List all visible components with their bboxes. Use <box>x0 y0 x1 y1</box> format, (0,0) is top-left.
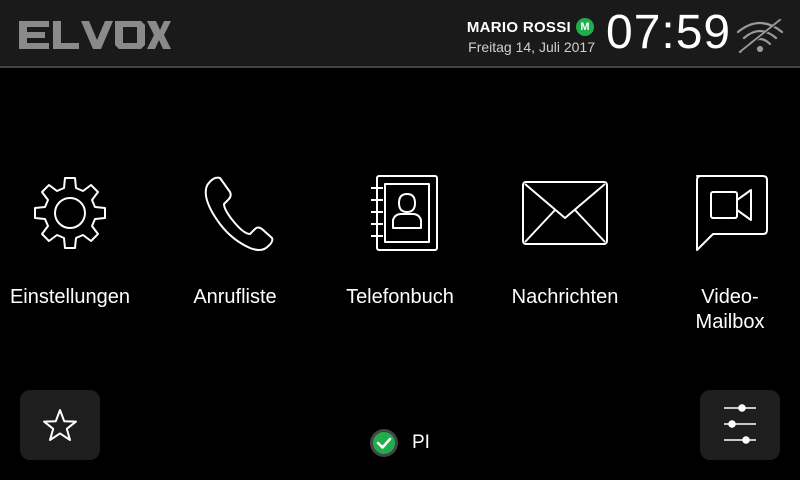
star-icon <box>43 409 77 441</box>
address-book-icon <box>371 175 438 251</box>
app-label: Telefonbuch <box>346 286 454 308</box>
app-settings[interactable]: Einstellungen <box>0 172 145 342</box>
video-message-icon <box>696 175 768 251</box>
status-label: PI <box>412 432 430 453</box>
user-name: MARIO ROSSI <box>466 19 571 36</box>
app-label: Einstellungen <box>9 286 131 308</box>
phone-icon <box>204 176 274 251</box>
app-label-line2: Mailbox <box>695 311 765 333</box>
app-label: Video- Mailbox <box>655 285 800 335</box>
app-label: Nachrichten <box>511 286 619 308</box>
app-label: Anrufliste <box>193 286 277 308</box>
clock: 07:59 <box>606 6 732 59</box>
wifi-off-icon <box>736 18 784 54</box>
app-label-line1: Video- <box>701 286 759 308</box>
app-video-mailbox[interactable]: Video- Mailbox <box>655 172 800 342</box>
check-circle-icon <box>370 429 398 457</box>
app-messages[interactable]: Nachrichten <box>490 172 640 342</box>
app-call-list[interactable]: Anrufliste <box>160 172 310 342</box>
app-phonebook[interactable]: Telefonbuch <box>325 172 475 342</box>
elvox-logo <box>19 21 171 49</box>
envelope-icon <box>522 181 608 245</box>
sliders-icon <box>724 404 756 444</box>
date-label: Freitag 14, Juli 2017 <box>468 39 595 55</box>
user-status-badge: M <box>576 18 594 36</box>
gear-icon <box>34 177 106 249</box>
quick-settings-button[interactable] <box>700 390 780 460</box>
favorites-button[interactable] <box>20 390 100 460</box>
top-bar: MARIO ROSSI M Freitag 14, Juli 2017 07:5… <box>0 0 800 68</box>
